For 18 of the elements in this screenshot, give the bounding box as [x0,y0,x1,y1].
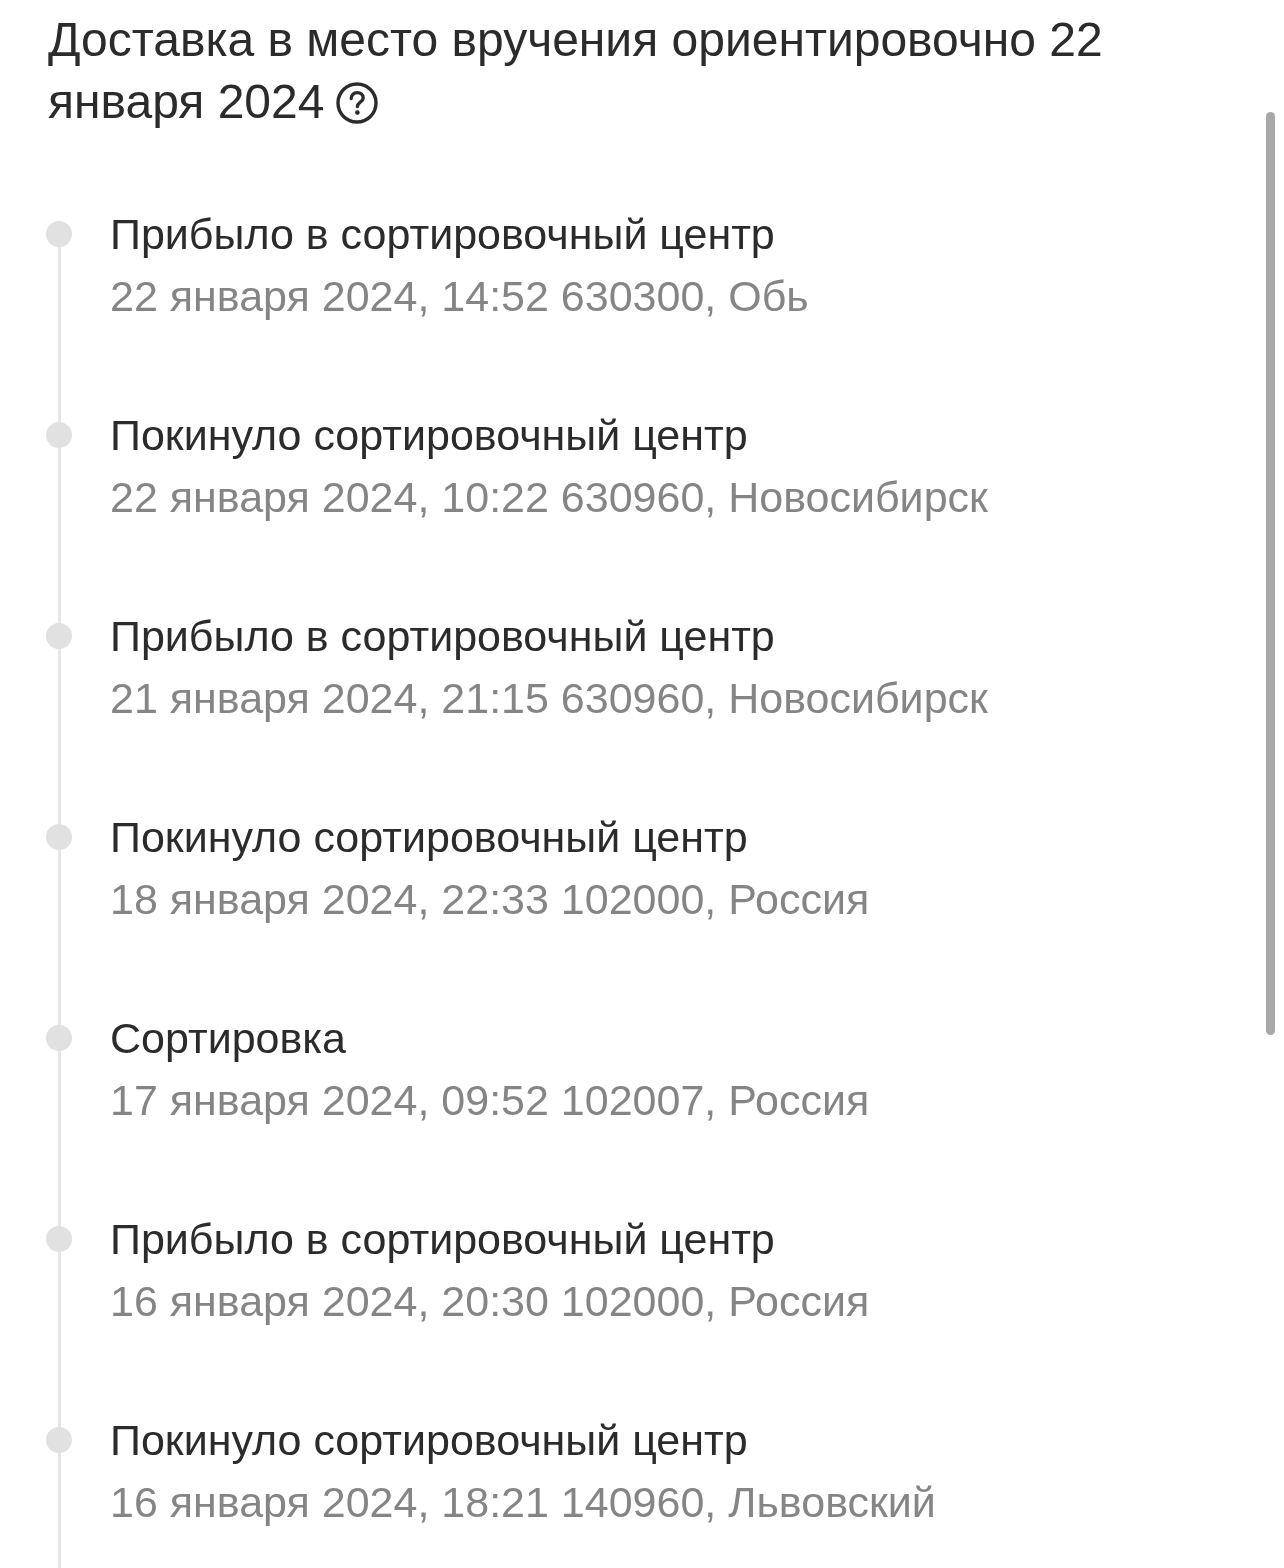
event-details: 16 января 2024, 18:21 140960, Львовский [110,1477,936,1528]
delivery-estimate-heading: января 2024 [48,74,325,130]
help-icon[interactable] [336,82,379,124]
event-status: Покинуло сортировочный центр [110,410,748,461]
event-status: Покинуло сортировочный центр [110,812,748,863]
event-details: 17 января 2024, 09:52 102007, Россия [110,1075,870,1126]
event-status: Прибыло в сортировочный центр [110,209,775,260]
event-details: 21 января 2024, 21:15 630960, Новосибирск [110,673,988,724]
event-status: Прибыло в сортировочный центр [110,1214,775,1265]
delivery-estimate-heading: Доставка в место вручения ориентировочно 22 [48,12,1103,68]
event-status: Покинуло сортировочный центр [110,1415,748,1466]
event-details: 22 января 2024, 10:22 630960, Новосибирск [110,472,988,523]
event-status: Прибыло в сортировочный центр [110,611,775,662]
scrollbar[interactable] [1266,112,1275,1035]
event-status: Сортировка [110,1013,346,1064]
event-details: 16 января 2024, 20:30 102000, Россия [110,1276,870,1327]
event-details: 22 января 2024, 14:52 630300, Обь [110,271,809,322]
event-details: 18 января 2024, 22:33 102000, Россия [110,874,870,925]
